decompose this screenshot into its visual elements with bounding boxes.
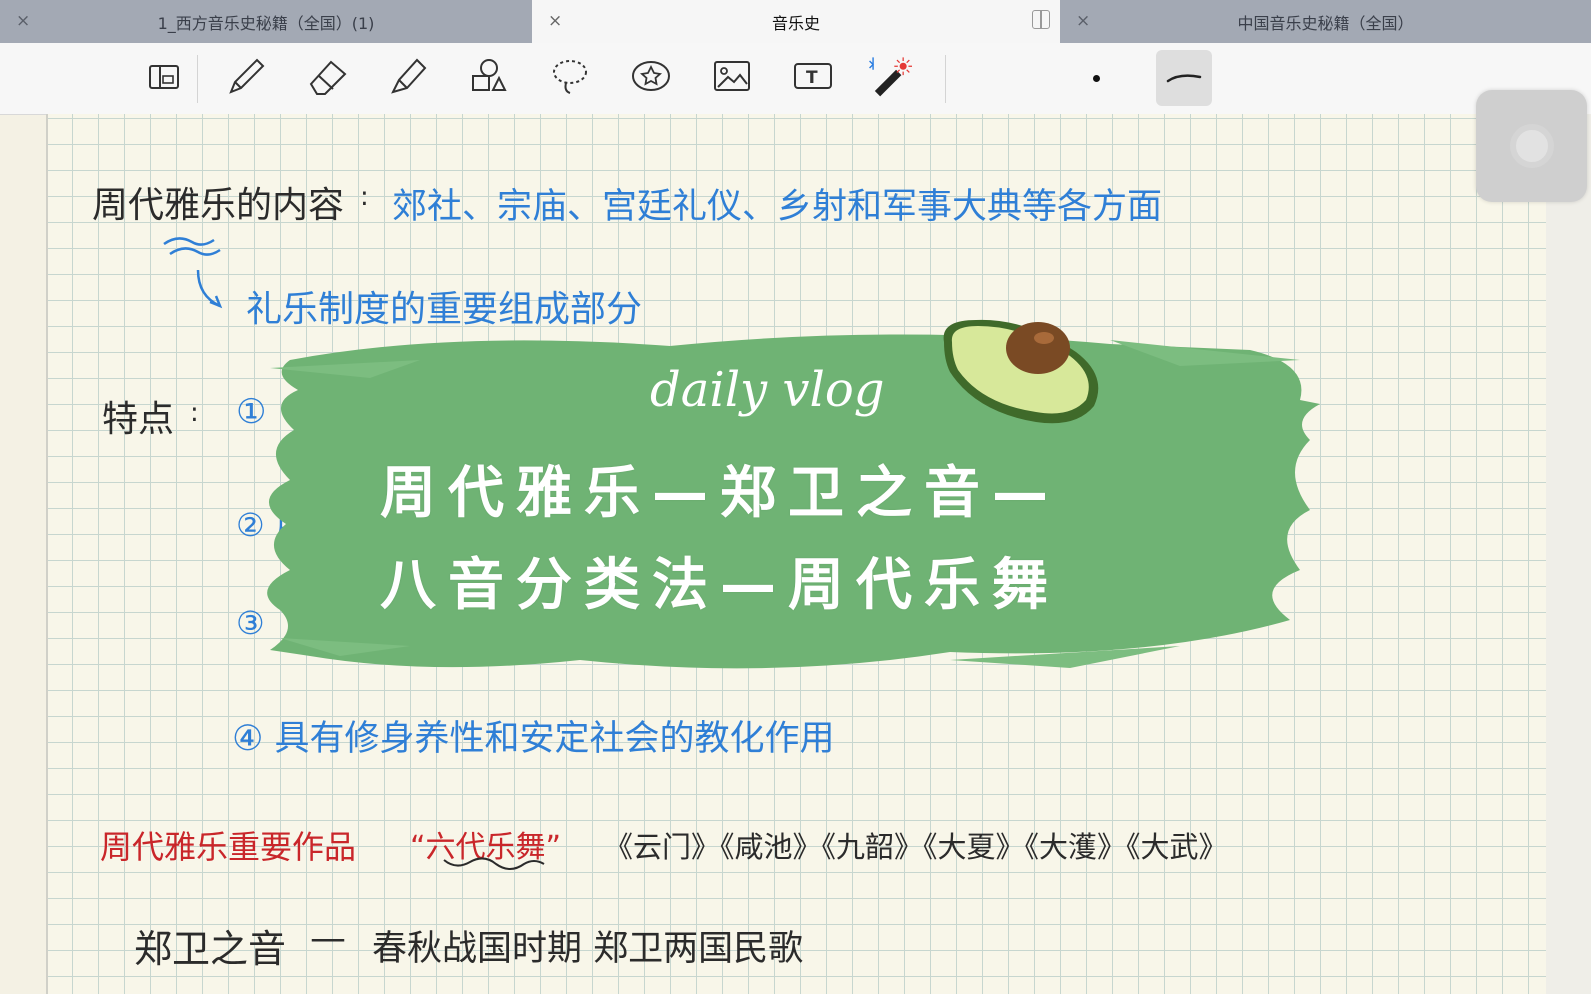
toolbar-divider (197, 55, 198, 103)
tab-label: 中国音乐史秘籍（全国） (1237, 13, 1414, 33)
svg-text:T: T (806, 68, 818, 88)
tab-chinese-music-history[interactable]: × 中国音乐史秘籍（全国） (1060, 0, 1591, 43)
paper-edge (46, 114, 48, 994)
works-list: 《云门》《咸池》《九韶》《大夏》《大濩》《大武》 (604, 830, 1228, 864)
assistive-ring-icon (1510, 124, 1554, 168)
laser-pointer-icon[interactable] (866, 53, 912, 99)
highlighter-icon[interactable] (384, 53, 430, 99)
tab-western-music-history[interactable]: × 1_西方音乐史秘籍（全国）(1) (0, 0, 532, 43)
close-tab-icon[interactable]: × (16, 11, 30, 31)
lasso-icon[interactable] (547, 53, 593, 99)
tab-bar: × 1_西方音乐史秘籍（全国）(1) × 音乐史 × 中国音乐史秘籍（全国） (0, 0, 1591, 43)
floating-assistive-button[interactable] (1476, 90, 1587, 202)
features-label: 特点 (102, 399, 175, 440)
avocado-icon (943, 319, 1099, 424)
stroke-width-dot[interactable] (1093, 75, 1100, 82)
drawing-toolbar: T (0, 43, 1591, 115)
note-line1-value: 郊社、宗庙、宫廷礼仪、乡射和军事大典等各方面 (392, 187, 1163, 227)
feature-4: ④ 具有修身养性和安定社会的教化作用 (232, 719, 835, 759)
zhengwei-label: 郑卫之音 (134, 927, 287, 971)
tab-label: 1_西方音乐史秘籍（全国）(1) (157, 13, 375, 33)
underline-squiggle (443, 857, 545, 870)
sticker-icon[interactable] (628, 53, 674, 99)
close-tab-icon[interactable]: × (1076, 11, 1090, 31)
zhengwei-value: 春秋战国时期 郑卫两国民歌 (372, 929, 804, 969)
tab-music-history[interactable]: × 音乐史 (532, 0, 1060, 43)
handwritten-arrow (163, 237, 223, 309)
tab-label: 音乐史 (771, 13, 820, 33)
note-line1-colon: : (360, 182, 369, 212)
text-box-icon[interactable]: T (790, 53, 836, 99)
works-label: 周代雅乐重要作品 (100, 828, 357, 866)
eraser-icon[interactable] (304, 53, 350, 99)
zhengwei-dash: — (310, 918, 346, 959)
banner-title-line2: 八音分类法—周代乐舞 (380, 553, 1060, 618)
banner-title-line1: 周代雅乐—郑卫之音— (380, 461, 1060, 526)
image-icon[interactable] (709, 53, 755, 99)
shapes-icon[interactable] (466, 53, 512, 99)
canvas-margin (1546, 114, 1591, 994)
features-colon: : (190, 398, 199, 428)
stroke-style-button[interactable] (1156, 50, 1212, 106)
page-layout-icon[interactable] (141, 53, 187, 99)
split-view-icon[interactable] (1032, 10, 1050, 29)
note-line1-label: 周代雅乐的内容 (92, 185, 345, 226)
close-tab-icon[interactable]: × (548, 11, 562, 31)
toolbar-divider (945, 55, 946, 103)
pen-icon[interactable] (222, 53, 268, 99)
banner-subtitle: daily vlog (650, 362, 885, 418)
